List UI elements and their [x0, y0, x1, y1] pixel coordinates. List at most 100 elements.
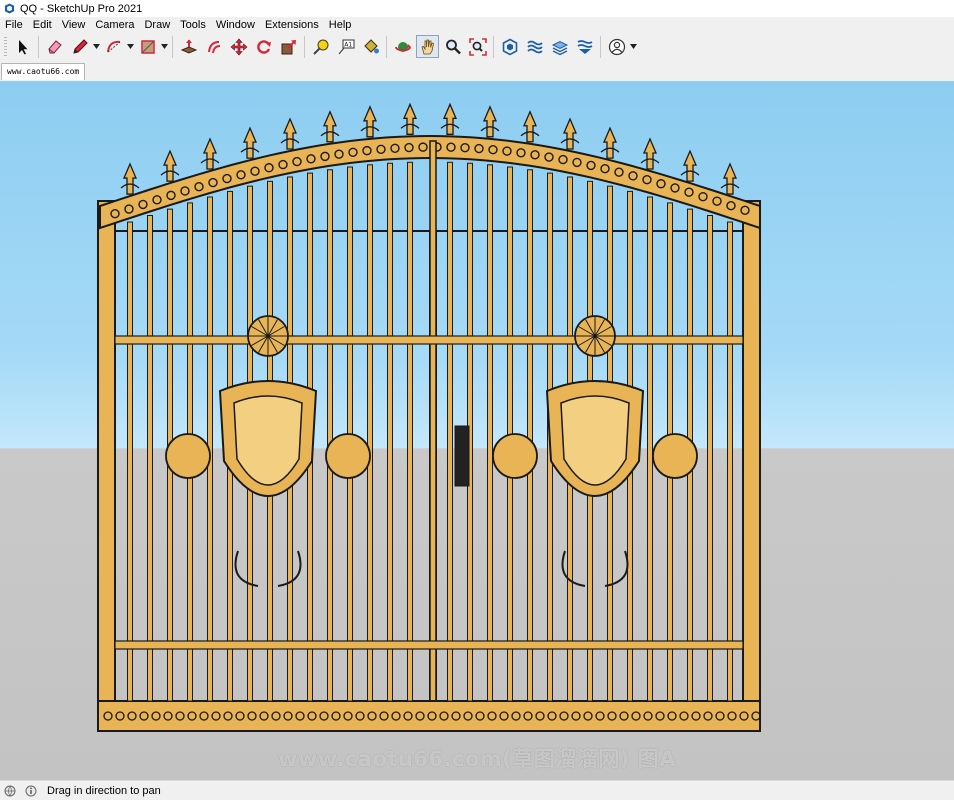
menu-view[interactable]: View	[57, 19, 91, 31]
scale-tool[interactable]	[277, 35, 300, 58]
zoom-tool[interactable]	[441, 35, 464, 58]
offset-icon	[207, 40, 220, 53]
gate-handle	[454, 425, 470, 487]
shapes-tool[interactable]	[136, 35, 159, 58]
scene-tab[interactable]: www.caotu66.com	[1, 63, 86, 80]
gate-bar	[647, 196, 653, 702]
title-bar: QQ - SketchUp Pro 2021	[0, 0, 954, 17]
spear-finial	[563, 117, 577, 150]
zoom-extents-tool[interactable]	[466, 35, 489, 58]
rotate-icon	[256, 39, 271, 54]
eraser-tool[interactable]	[43, 35, 66, 58]
toolbar-separator	[386, 35, 387, 58]
select-tool[interactable]	[11, 35, 34, 58]
model-viewport[interactable]: www.caotu66.com(草图溜溜网) 图A	[0, 81, 954, 780]
arrow-cursor-icon	[18, 39, 27, 54]
spear-finial	[683, 149, 697, 182]
gate-bar	[387, 162, 393, 702]
pencil-icon	[72, 38, 88, 54]
status-bar: Drag in direction to pan	[0, 780, 954, 800]
line-tool[interactable]	[68, 35, 91, 58]
warehouse-button[interactable]	[498, 35, 521, 58]
spear-finial	[603, 126, 617, 159]
gate-bar	[527, 169, 533, 702]
offset-tool[interactable]	[202, 35, 225, 58]
share-model-icon	[551, 40, 568, 55]
medallion	[652, 433, 698, 479]
move-tool[interactable]	[227, 35, 250, 58]
spear-finial	[723, 162, 737, 195]
spear-finial	[403, 102, 417, 135]
window-title: QQ - SketchUp Pro 2021	[20, 2, 143, 15]
tape-measure-tool[interactable]	[309, 35, 332, 58]
account-dropdown[interactable]	[629, 35, 638, 58]
medallion	[492, 433, 538, 479]
chevron-down-icon	[93, 44, 100, 49]
toolbar-separator	[172, 35, 173, 58]
info-icon[interactable]	[25, 785, 37, 797]
menu-extensions[interactable]: Extensions	[260, 19, 324, 31]
gate-bar	[487, 164, 493, 702]
gate-bar	[407, 161, 413, 702]
eraser-icon	[47, 39, 62, 53]
layout-button[interactable]	[573, 35, 596, 58]
paint-bucket-icon	[363, 38, 379, 53]
arc-icon	[106, 40, 120, 52]
spear-finial	[243, 126, 257, 159]
paint-bucket-tool[interactable]	[359, 35, 382, 58]
spear-finial	[203, 137, 217, 170]
move-icon	[230, 38, 247, 55]
orbit-tool[interactable]	[391, 35, 414, 58]
text-tool[interactable]: A1	[334, 35, 357, 58]
chevron-down-icon	[127, 44, 134, 49]
gate-bar	[147, 214, 153, 702]
magnifier-icon	[445, 39, 461, 54]
tape-measure-icon	[312, 39, 328, 55]
help-globe-icon[interactable]	[4, 785, 16, 797]
spear-finial	[643, 137, 657, 170]
toolbar-separator	[493, 35, 494, 58]
warehouse-icon	[502, 38, 517, 55]
gate-bar	[327, 169, 333, 702]
toolbar-grip[interactable]	[4, 36, 7, 57]
extension-warehouse-button[interactable]	[523, 35, 546, 58]
menu-file[interactable]: File	[0, 19, 28, 31]
lower-inner-rail	[114, 640, 744, 650]
menu-tools[interactable]: Tools	[175, 19, 211, 31]
menu-help[interactable]: Help	[324, 19, 357, 31]
gate-model	[97, 102, 761, 732]
main-toolbar: A1	[0, 32, 954, 62]
gate-bar	[727, 221, 733, 702]
user-account-icon	[608, 38, 625, 55]
toolbar-separator	[600, 35, 601, 58]
menu-window[interactable]: Window	[211, 19, 260, 31]
watermark-text: www.caotu66.com(草图溜溜网) 图A	[277, 747, 677, 771]
left-post	[97, 200, 116, 732]
arc-tool[interactable]	[102, 35, 125, 58]
spear-finial	[123, 162, 137, 195]
sketchup-logo-icon	[4, 3, 15, 14]
upper-inner-rail	[114, 335, 744, 345]
line-tool-dropdown[interactable]	[92, 35, 101, 58]
account-button[interactable]	[605, 35, 628, 58]
toolbar-separator	[38, 35, 39, 58]
spear-finial	[443, 102, 457, 135]
spear-finial	[163, 149, 177, 182]
scene-tab-bar: www.caotu66.com	[0, 61, 954, 81]
pan-tool[interactable]	[416, 35, 439, 58]
arc-tool-dropdown[interactable]	[126, 35, 135, 58]
scale-icon	[281, 39, 296, 54]
spear-finial	[483, 105, 497, 138]
share-model-button[interactable]	[548, 35, 571, 58]
gate-bar	[707, 214, 713, 702]
menu-draw[interactable]: Draw	[139, 19, 175, 31]
push-pull-icon	[180, 39, 197, 54]
shapes-tool-dropdown[interactable]	[160, 35, 169, 58]
push-pull-tool[interactable]	[177, 35, 200, 58]
menu-camera[interactable]: Camera	[90, 19, 139, 31]
menu-edit[interactable]: Edit	[28, 19, 57, 31]
spear-finial	[323, 110, 337, 143]
rotate-tool[interactable]	[252, 35, 275, 58]
status-text: Drag in direction to pan	[47, 784, 161, 797]
spear-finial	[363, 105, 377, 138]
